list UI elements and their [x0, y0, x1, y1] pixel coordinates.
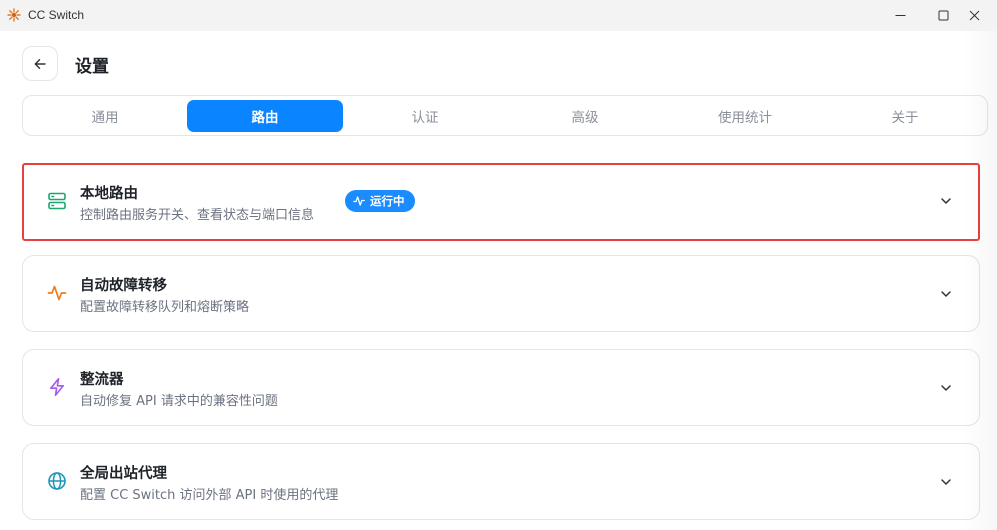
tab-general[interactable]: 通用 [27, 100, 183, 132]
section-rectifier[interactable]: 整流器 自动修复 API 请求中的兼容性问题 [22, 349, 980, 426]
tab-auth[interactable]: 认证 [347, 100, 503, 132]
server-icon [48, 192, 66, 210]
tab-advanced[interactable]: 高级 [507, 100, 663, 132]
section-title: 全局出站代理 [80, 466, 167, 482]
status-badge: 运行中 [345, 190, 415, 212]
tab-routing[interactable]: 路由 [187, 100, 343, 132]
chevron-down-icon[interactable] [939, 381, 953, 395]
title-bar: CC Switch [0, 0, 997, 31]
close-button[interactable] [951, 0, 997, 31]
chevron-down-icon[interactable] [939, 194, 953, 208]
section-global-proxy[interactable]: 全局出站代理 配置 CC Switch 访问外部 API 时使用的代理 [22, 443, 980, 520]
sunburst-logo-icon [7, 8, 21, 22]
tab-about[interactable]: 关于 [827, 100, 983, 132]
minimize-icon [895, 15, 905, 16]
settings-tabs: 通用 路由 认证 高级 使用统计 关于 [22, 95, 988, 136]
lightning-icon [50, 378, 64, 396]
section-description: 自动修复 API 请求中的兼容性问题 [80, 394, 278, 409]
window-title: CC Switch [28, 8, 85, 22]
activity-icon [353, 196, 365, 206]
maximize-icon [938, 10, 948, 21]
section-description: 配置故障转移队列和熔断策略 [80, 300, 250, 315]
back-button[interactable] [22, 46, 58, 81]
close-icon [969, 10, 979, 21]
section-title: 本地路由 [80, 186, 138, 202]
pulse-icon [47, 285, 67, 301]
arrow-left-icon [34, 58, 46, 69]
section-auto-failover[interactable]: 自动故障转移 配置故障转移队列和熔断策略 [22, 255, 980, 332]
section-local-routing[interactable]: 本地路由 控制路由服务开关、查看状态与端口信息 运行中 [22, 163, 980, 241]
tab-usage-stats[interactable]: 使用统计 [667, 100, 823, 132]
chevron-down-icon[interactable] [939, 287, 953, 301]
globe-icon [48, 472, 66, 490]
status-badge-label: 运行中 [370, 194, 405, 208]
section-description: 配置 CC Switch 访问外部 API 时使用的代理 [80, 488, 339, 503]
section-title: 自动故障转移 [80, 278, 167, 294]
page-title: 设置 [75, 57, 109, 77]
section-title: 整流器 [80, 372, 124, 388]
minimize-button[interactable] [877, 0, 923, 31]
section-description: 控制路由服务开关、查看状态与端口信息 [80, 208, 315, 223]
chevron-down-icon[interactable] [939, 475, 953, 489]
